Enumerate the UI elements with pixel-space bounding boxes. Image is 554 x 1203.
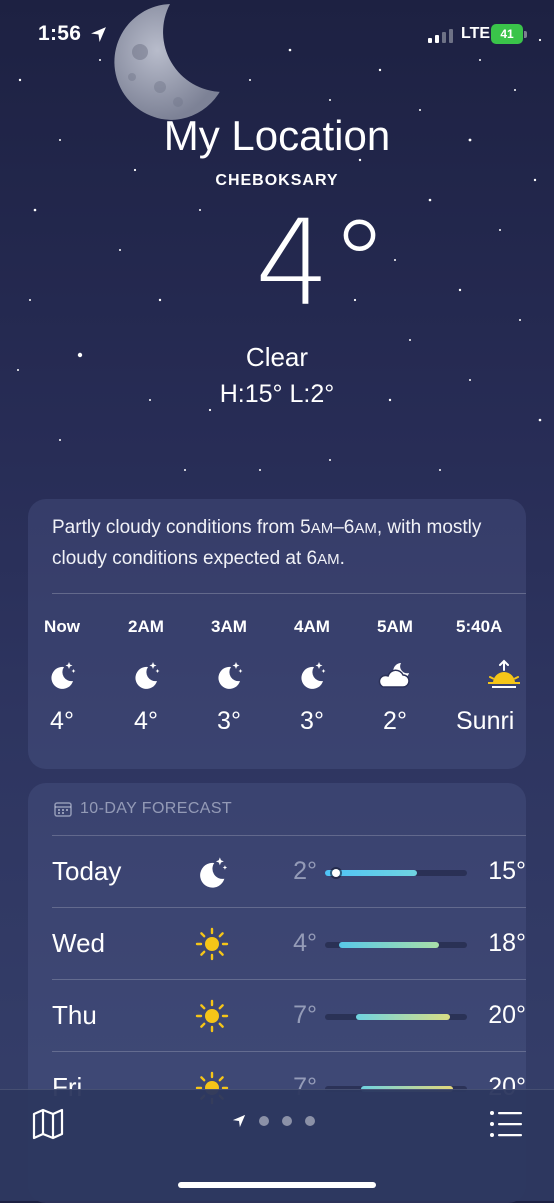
hour-temp: 3°: [217, 707, 241, 735]
forecast-row[interactable]: Today 2° 15°: [52, 835, 526, 908]
temperature-range-fill: [339, 942, 439, 948]
forecast-day: Wed: [52, 928, 105, 958]
page-dot[interactable]: [305, 1116, 315, 1126]
temperature-range-bar: [325, 1014, 467, 1020]
forecast-low: 2°: [293, 857, 317, 885]
forecast-high: 20°: [488, 1001, 526, 1029]
moon-stars-icon: [200, 857, 228, 888]
high-low-temperature: H:15° L:2°: [219, 380, 335, 408]
home-indicator: [178, 1182, 376, 1188]
moon-stars-icon: [218, 662, 243, 689]
calendar-icon: [54, 802, 72, 817]
page-dot[interactable]: [282, 1116, 292, 1126]
hour-temp: Sunri: [456, 707, 515, 735]
hour-item: 2AM 4°: [106, 617, 186, 736]
moon-stars-icon: [135, 662, 160, 689]
city-name: CHEBOKSARY: [215, 172, 339, 189]
ten-day-title: 10-DAY FORECAST: [80, 800, 233, 817]
location-arrow-icon: [91, 27, 106, 42]
hour-label: 5AM: [377, 617, 413, 636]
moon-stars-icon: [301, 662, 326, 689]
hour-item: 5AM 2°: [355, 617, 435, 736]
page-indicator[interactable]: [232, 1114, 315, 1128]
sunrise-icon: [488, 659, 520, 688]
battery-cap: [524, 31, 527, 38]
forecast-summary: Partly cloudy conditions from 5AM–6AM, w…: [52, 517, 482, 569]
sun-icon: [195, 999, 229, 1033]
temperature-range-bar: [325, 869, 467, 877]
location-title: My Location: [163, 112, 391, 159]
battery-indicator: 41: [491, 24, 523, 44]
sun-icon: [195, 927, 229, 961]
hour-label: Now: [44, 617, 80, 636]
status-bar: 1:56 LTE 41: [0, 0, 554, 70]
cloud-moon-icon: [378, 663, 410, 688]
hour-item: 3AM 3°: [189, 617, 269, 736]
hour-item: 5:40A Sunri: [456, 617, 526, 736]
hour-item: 4AM 3°: [272, 617, 352, 736]
forecast-low: 7°: [293, 1001, 317, 1029]
hour-temp: 4°: [50, 707, 74, 735]
divider: [52, 593, 526, 594]
hour-item: Now 4°: [28, 617, 102, 736]
temperature-range-bar: [325, 942, 467, 948]
moon-stars-icon: [51, 662, 76, 689]
current-temperature: 4°: [254, 194, 390, 332]
hour-label: 5:40A: [456, 617, 503, 636]
hour-label: 3AM: [211, 617, 247, 636]
forecast-day: Thu: [52, 1000, 97, 1030]
list-icon[interactable]: [488, 1108, 524, 1140]
map-icon[interactable]: [30, 1106, 66, 1142]
hour-label: 4AM: [294, 617, 330, 636]
hour-temp: 4°: [134, 707, 158, 735]
forecast-row[interactable]: Wed 4° 18°: [52, 907, 526, 980]
cellular-signal-icon: [428, 27, 453, 43]
status-time: 1:56: [38, 22, 82, 45]
forecast-low: 4°: [293, 929, 317, 957]
forecast-row[interactable]: Thu 7° 20°: [52, 979, 526, 1052]
hour-temp: 2°: [383, 707, 407, 735]
hour-label: 2AM: [128, 617, 164, 636]
forecast-day: Today: [52, 856, 122, 886]
ten-day-header: 10-DAY FORECAST: [54, 800, 232, 818]
hour-temp: 3°: [300, 707, 324, 735]
current-condition: Clear: [245, 342, 309, 372]
forecast-high: 18°: [488, 929, 526, 957]
hourly-forecast-card[interactable]: Partly cloudy conditions from 5AM–6AM, w…: [28, 499, 526, 769]
forecast-high: 15°: [488, 857, 526, 885]
temperature-range-fill: [356, 1014, 450, 1020]
network-type: LTE: [461, 25, 491, 42]
current-location-icon: [232, 1114, 246, 1128]
page-dot[interactable]: [259, 1116, 269, 1126]
